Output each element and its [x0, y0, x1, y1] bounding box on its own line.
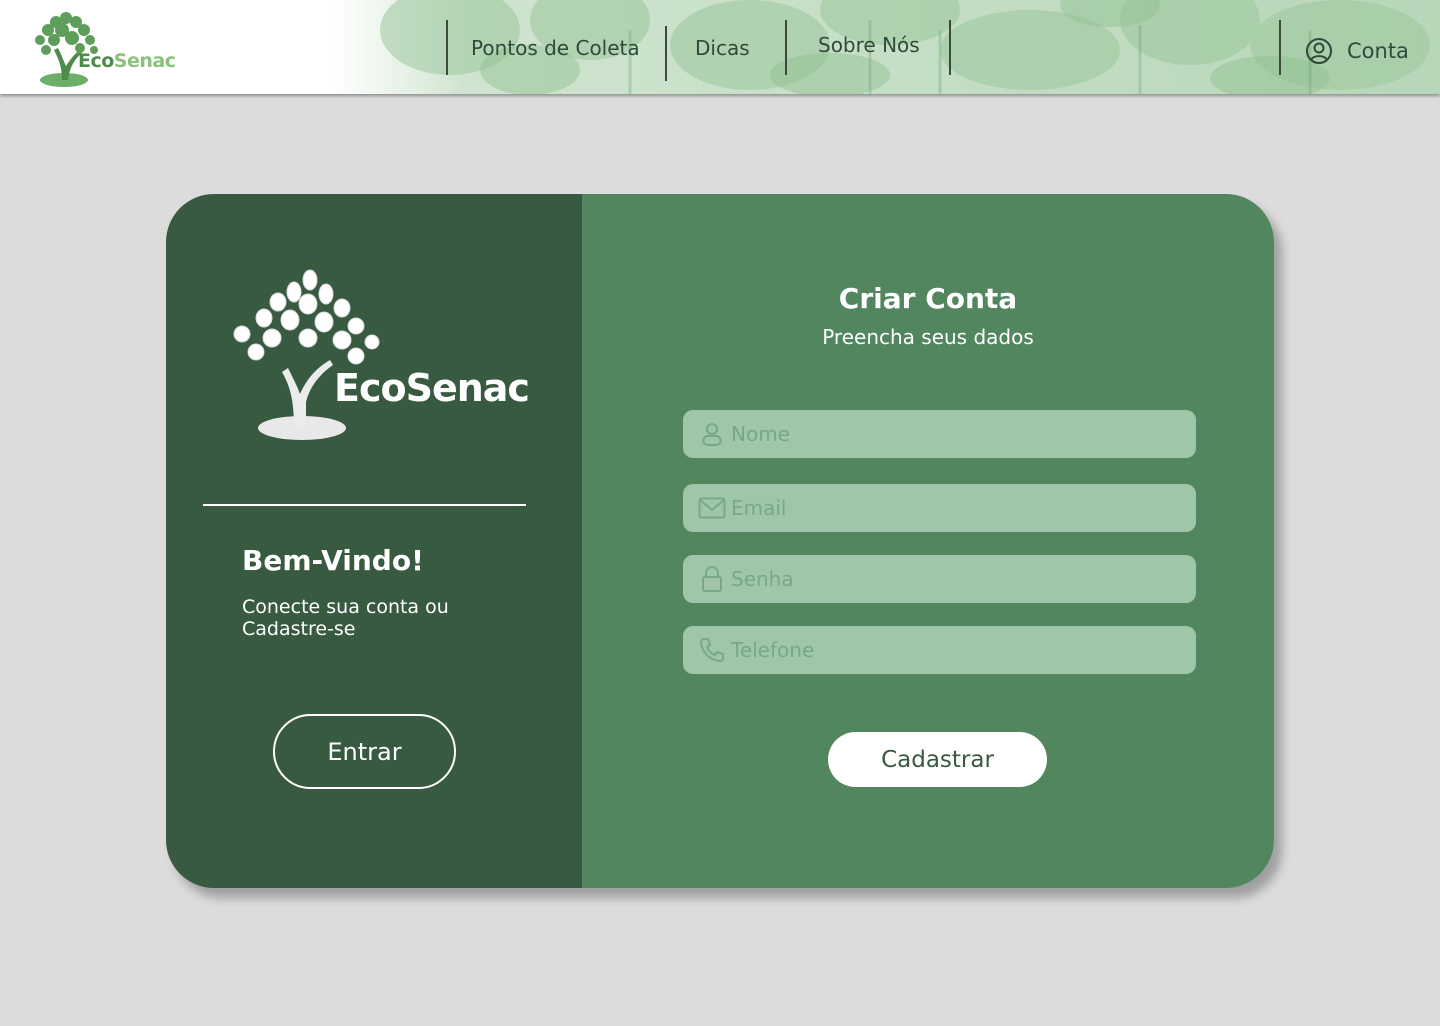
logo-eco-text: Eco: [78, 50, 114, 72]
name-input[interactable]: [727, 410, 1196, 458]
mail-icon: [697, 493, 727, 523]
logo-wordmark: EcoSenac: [78, 50, 176, 72]
ecosenac-logo[interactable]: EcoSenac: [28, 8, 176, 88]
login-button[interactable]: Entrar: [273, 714, 456, 789]
email-input[interactable]: [727, 484, 1196, 532]
form-title: Criar Conta: [838, 282, 1018, 315]
welcome-panel: EcoSenac Bem-Vindo! Conecte sua conta ou…: [166, 194, 582, 888]
welcome-title: Bem-Vindo!: [242, 544, 424, 577]
phone-input[interactable]: [727, 626, 1196, 674]
form-subtitle: Preencha seus dados: [822, 325, 1034, 349]
signup-card: EcoSenac Bem-Vindo! Conecte sua conta ou…: [166, 194, 1274, 888]
phone-icon: [697, 635, 727, 665]
nav-divider: [949, 20, 951, 75]
top-navbar: EcoSenac Pontos de Coleta Dicas Sobre Nó…: [0, 0, 1440, 94]
nav-divider: [1279, 20, 1281, 75]
welcome-subtitle: Conecte sua conta ou Cadastre-se: [242, 596, 449, 640]
user-icon: [697, 419, 727, 449]
name-field[interactable]: [683, 410, 1196, 458]
nav-item-pontos-de-coleta[interactable]: Pontos de Coleta: [471, 36, 640, 60]
tree-logo-icon: [233, 269, 380, 440]
nav-divider: [446, 20, 448, 75]
tree-logo-icon: [35, 12, 98, 87]
lock-icon: [697, 564, 727, 594]
nav-divider: [665, 26, 667, 81]
signup-form-panel: Criar Conta Preencha seus dados Nome Ema…: [582, 194, 1274, 888]
password-input[interactable]: [727, 555, 1196, 603]
account-link[interactable]: Conta: [1305, 36, 1409, 66]
logo-wordmark: EcoSenac: [334, 366, 530, 410]
nav-divider: [785, 20, 787, 75]
nav-item-sobre-nos[interactable]: Sobre Nós: [818, 33, 920, 57]
account-label: Conta: [1347, 39, 1409, 63]
logo-senac-text: Senac: [113, 50, 176, 72]
nav-item-dicas[interactable]: Dicas: [695, 36, 750, 60]
divider-line: [203, 504, 526, 506]
register-button[interactable]: Cadastrar: [828, 732, 1047, 787]
password-field[interactable]: [683, 555, 1196, 603]
email-field[interactable]: [683, 484, 1196, 532]
user-circle-icon: [1306, 38, 1332, 64]
phone-field[interactable]: [683, 626, 1196, 674]
